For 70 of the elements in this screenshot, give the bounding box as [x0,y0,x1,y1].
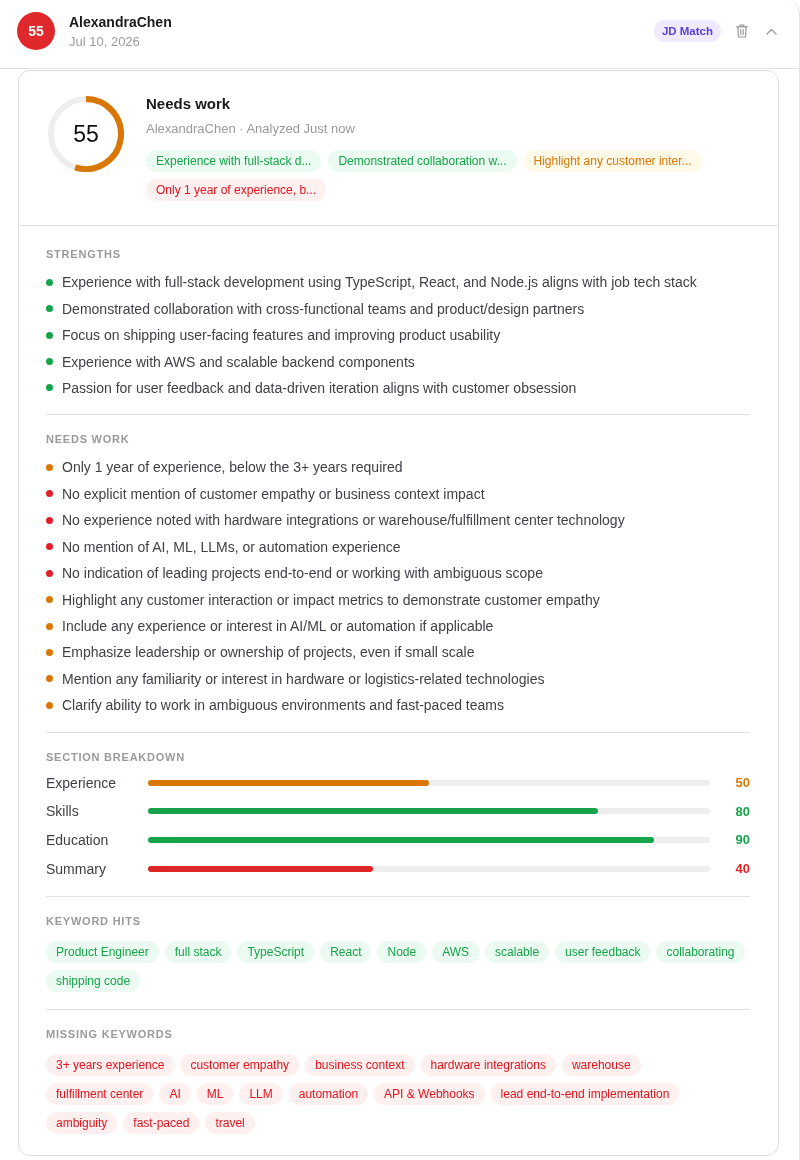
needs-work-item: Clarify ability to work in ambiguous environments and fast-paced teams [62,697,504,714]
missing-keyword-tag: lead end-to-end implementation [490,1082,680,1105]
breakdown-score: 50 [734,775,750,790]
keyword-tag: Node [377,940,427,963]
section-heading: NEEDS WORK [46,432,131,447]
candidate-name: AlexandraChen [69,13,172,31]
missing-keyword-tag: ambiguity [46,1111,118,1134]
breakdown-score: 90 [734,832,750,848]
breakdown-label: Experience [46,774,118,791]
needs-work-item: Only 1 year of experience, below the 3+ years required [62,459,403,476]
missing-keyword-tag: warehouse [561,1053,641,1076]
needs-work-item: Include any experience or interest in AI/ML or automation if applicable [62,618,494,635]
strength-item: Focus on shipping user-facing features and improving product usability [62,327,501,344]
missing-keyword-tag: fulfillment center [46,1082,154,1105]
section-heading: SECTION BREAKDOWN [46,749,186,764]
missing-keyword-tag: business context [305,1053,415,1076]
keyword-tag: AWS [432,940,480,963]
breakdown-label: Summary [46,860,107,877]
verdict-title: Needs work [146,95,232,113]
missing-keyword-tag: fast-paced [123,1111,200,1134]
breakdown-label: Education [46,831,110,848]
bullet-dot-icon [46,305,53,313]
bullet-dot-icon [46,331,53,339]
keyword-tag: collaborating [656,940,745,963]
keyword-tag: React [320,940,372,963]
breakdown-score: 80 [734,803,750,819]
strength-item: Passion for user feedback and data-driven iteration aligns with customer obsession [62,379,577,396]
keyword-tag: shipping code [46,969,141,992]
missing-keyword-tag: API & Webhooks [374,1082,485,1105]
bullet-dot-icon [46,358,53,366]
strength-item: Experience with AWS and scalable backend components [62,353,415,370]
keyword-tag: Product Engineer [46,940,159,963]
missing-keyword-tag: LLM [239,1082,283,1105]
date-text: Jul 10, 2026 [69,33,141,51]
needs-work-item: No mention of AI, ML, LLMs, or automation experience [62,538,401,555]
keyword-tag: scalable [485,940,550,963]
score-avatar: 55 [17,12,55,50]
missing-keyword-tag: AI [159,1082,191,1105]
keyword-tag: TypeScript [237,940,315,963]
breakdown-score: 40 [734,861,750,877]
needs-work-item: No explicit mention of customer empathy or business context impact [62,485,485,502]
summary-tag: Highlight any customer inter... [523,150,702,172]
bullet-dot-icon [46,384,53,392]
bullet-dot-icon [46,278,53,286]
missing-keyword-tag: travel [205,1111,255,1134]
needs-work-item: Mention any familiarity or interest in hardware or logistics-related technologies [62,670,545,687]
missing-keyword-tag: ML [196,1082,234,1105]
needs-work-item: Emphasize leadership or ownership of projects, even if small scale [62,644,475,661]
strength-item: Demonstrated collaboration with cross-functional teams and product/design partners [62,300,585,317]
missing-keyword-tag: 3+ years experience [46,1053,175,1076]
missing-keyword-tag: hardware integrations [420,1053,556,1076]
summary-tag: Experience with full-stack d... [146,150,322,172]
needs-work-item: Highlight any customer interaction or impact metrics to demonstrate customer empathy [62,591,600,608]
missing-keyword-tag: automation [288,1082,369,1105]
trash-icon [736,24,748,38]
section-heading: MISSING KEYWORDS [46,1026,174,1041]
score-value: 55 [73,121,99,147]
analysis-subtitle: AlexandraChen · Analyzed Just now [146,120,356,138]
needs-work-item: No experience noted with hardware integrations or warehouse/fulfillment center technology [62,512,625,529]
section-heading: STRENGTHS [46,247,122,261]
match-type-badge: JD Match [653,20,721,42]
section-heading: KEYWORD HITS [46,913,142,928]
keyword-tag: full stack [164,940,232,963]
keyword-tag: user feedback [555,940,651,963]
missing-keyword-tag: customer empathy [180,1053,300,1076]
needs-work-item: No indication of leading projects end-to-end or working with ambiguous scope [62,565,543,582]
breakdown-label: Skills [46,803,80,820]
summary-tag: Demonstrated collaboration w... [328,150,517,172]
strength-item: Experience with full-stack development using TypeScript, React, and Node.js aligns with job tech stack [62,274,697,291]
summary-tag: Only 1 year of experience, b... [146,179,327,201]
